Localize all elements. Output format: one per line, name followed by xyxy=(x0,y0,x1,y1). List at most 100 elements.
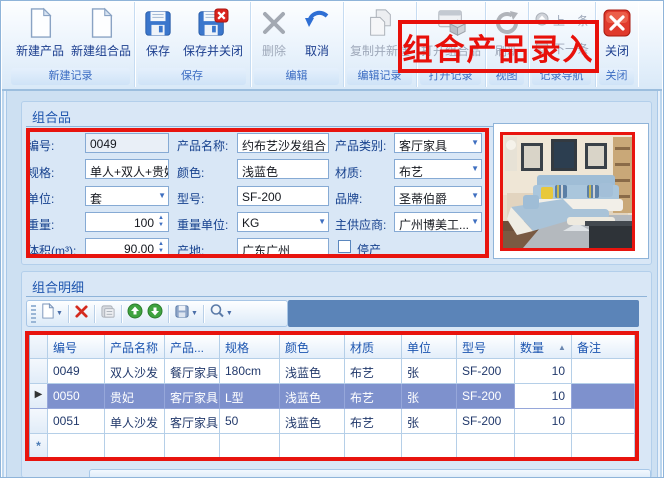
chevron-down-icon[interactable]: ▼ xyxy=(471,165,479,173)
row-selector-cell[interactable] xyxy=(30,409,48,434)
chevron-down-icon[interactable]: ▼ xyxy=(471,139,479,147)
cell-spec[interactable]: 50 xyxy=(220,409,280,434)
add-detail-row-button[interactable]: ▼ xyxy=(38,303,65,325)
column-header[interactable]: 备注 xyxy=(572,335,635,359)
color-field[interactable]: 浅蓝色 xyxy=(237,159,329,179)
cell-model[interactable]: SF-200 xyxy=(457,359,515,384)
delete-button[interactable]: 删除 xyxy=(254,5,294,59)
category-combobox[interactable]: 客厅家具▼ xyxy=(394,133,482,153)
cell-code[interactable]: 0049 xyxy=(48,359,105,384)
cell-material[interactable]: 布艺 xyxy=(345,359,402,384)
code-field[interactable]: 0049 xyxy=(85,133,169,153)
cell-model[interactable]: SF-200 xyxy=(457,409,515,434)
cell-remark[interactable] xyxy=(572,359,635,384)
cell-material[interactable]: 布艺 xyxy=(345,409,402,434)
cell-unit[interactable]: 张 xyxy=(402,359,457,384)
empty-cell[interactable] xyxy=(402,434,457,458)
spinner-arrows-icon[interactable]: ▲▼ xyxy=(156,215,166,229)
cell-name[interactable]: 贵妃 xyxy=(105,384,165,409)
move-down-button[interactable] xyxy=(145,303,165,325)
button-label: 保存并关闭 xyxy=(179,42,247,59)
cell-quantity[interactable]: 10 xyxy=(515,359,572,384)
material-combobox[interactable]: 布艺▼ xyxy=(394,159,482,179)
cell-category[interactable]: 餐厅家具 xyxy=(165,359,220,384)
cell-color[interactable]: 浅蓝色 xyxy=(280,384,345,409)
empty-cell[interactable] xyxy=(280,434,345,458)
cell-color[interactable]: 浅蓝色 xyxy=(280,409,345,434)
save-and-close-button[interactable]: 保存并关闭 xyxy=(179,5,247,59)
paste-button[interactable] xyxy=(98,303,118,325)
cell-model[interactable]: SF-200 xyxy=(457,384,515,409)
new-row[interactable]: * xyxy=(30,434,635,458)
cell-spec[interactable]: 180cm xyxy=(220,359,280,384)
column-header[interactable]: 型号 xyxy=(457,335,515,359)
search-button[interactable]: ▼ xyxy=(207,303,235,325)
cell-color[interactable]: 浅蓝色 xyxy=(280,359,345,384)
cell-unit[interactable]: 张 xyxy=(402,384,457,409)
cell-code[interactable]: 0051 xyxy=(48,409,105,434)
chevron-down-icon[interactable]: ▼ xyxy=(226,310,233,317)
cell-unit[interactable]: 张 xyxy=(402,409,457,434)
close-button[interactable]: 关闭 xyxy=(598,5,636,59)
unit-combobox[interactable]: 套▼ xyxy=(85,186,169,206)
table-row[interactable]: 0051 单人沙发 客厅家具 50 浅蓝色 布艺 张 SF-200 10 xyxy=(30,409,635,434)
empty-cell[interactable] xyxy=(457,434,515,458)
supplier-combobox[interactable]: 广州博美工...▼ xyxy=(394,212,482,232)
cell-spec[interactable]: L型 xyxy=(220,384,280,409)
chevron-down-icon[interactable]: ▼ xyxy=(471,218,479,226)
cell-material[interactable]: 布艺 xyxy=(345,384,402,409)
spec-field[interactable]: 单人+双人+贵妃 xyxy=(85,159,169,179)
empty-cell[interactable] xyxy=(572,434,635,458)
horizontal-scrollbar[interactable] xyxy=(89,469,651,478)
chevron-down-icon[interactable]: ▼ xyxy=(191,310,198,317)
chevron-down-icon[interactable]: ▼ xyxy=(318,218,326,226)
volume-stepper[interactable]: 90.00▲▼ xyxy=(85,238,169,258)
table-row-selected[interactable]: ▶ 0050 贵妃 客厅家具 L型 浅蓝色 布艺 张 SF-200 10 xyxy=(30,384,635,409)
column-header[interactable]: 产品... xyxy=(165,335,220,359)
empty-cell[interactable] xyxy=(105,434,165,458)
empty-cell[interactable] xyxy=(515,434,572,458)
cell-name[interactable]: 单人沙发 xyxy=(105,409,165,434)
table-row[interactable]: 0049 双人沙发 餐厅家具 180cm 浅蓝色 布艺 张 SF-200 10 xyxy=(30,359,635,384)
export-button[interactable]: ▼ xyxy=(172,303,200,325)
current-row-indicator[interactable]: ▶ xyxy=(30,384,48,409)
cancel-button[interactable]: 取消 xyxy=(297,5,337,59)
move-up-button[interactable] xyxy=(125,303,145,325)
save-button[interactable]: 保存 xyxy=(138,5,178,59)
cell-code[interactable]: 0050 xyxy=(48,384,105,409)
column-header[interactable]: 规格 xyxy=(220,335,280,359)
chevron-down-icon[interactable]: ▼ xyxy=(471,192,479,200)
cell-quantity-focused[interactable]: 10 xyxy=(515,384,572,409)
cell-name[interactable]: 双人沙发 xyxy=(105,359,165,384)
empty-cell[interactable] xyxy=(345,434,402,458)
cell-category[interactable]: 客厅家具 xyxy=(165,384,220,409)
column-header[interactable]: 单位 xyxy=(402,335,457,359)
cell-category[interactable]: 客厅家具 xyxy=(165,409,220,434)
column-header[interactable]: 材质 xyxy=(345,335,402,359)
column-header[interactable]: 产品名称 xyxy=(105,335,165,359)
delete-detail-row-button[interactable] xyxy=(72,303,91,325)
weight-stepper[interactable]: 100▲▼ xyxy=(85,212,169,232)
cell-quantity[interactable]: 10 xyxy=(515,409,572,434)
toolbar-grip[interactable] xyxy=(31,305,36,323)
cell-remark[interactable] xyxy=(572,409,635,434)
weight-unit-combobox[interactable]: KG▼ xyxy=(237,212,329,232)
column-header-sorted[interactable]: 数量▲ xyxy=(515,335,572,359)
chevron-down-icon[interactable]: ▼ xyxy=(56,310,63,317)
model-field[interactable]: SF-200 xyxy=(237,186,329,206)
column-header[interactable]: 颜色 xyxy=(280,335,345,359)
cell-remark[interactable] xyxy=(572,384,635,409)
origin-field[interactable]: 广东广州 xyxy=(237,238,329,258)
spinner-arrows-icon[interactable]: ▲▼ xyxy=(156,241,166,255)
empty-cell[interactable] xyxy=(48,434,105,458)
column-header[interactable]: 编号 xyxy=(48,335,105,359)
chevron-down-icon[interactable]: ▼ xyxy=(158,192,166,200)
empty-cell[interactable] xyxy=(165,434,220,458)
empty-cell[interactable] xyxy=(220,434,280,458)
discontinued-checkbox[interactable] xyxy=(338,240,351,253)
row-selector-cell[interactable] xyxy=(30,359,48,384)
new-product-button[interactable]: 新建产品 xyxy=(10,5,70,59)
brand-combobox[interactable]: 圣蒂伯爵▼ xyxy=(394,186,482,206)
product-name-field[interactable]: 约布艺沙发组合 xyxy=(237,133,329,153)
new-combo-product-button[interactable]: 新建组合品 xyxy=(70,5,132,59)
